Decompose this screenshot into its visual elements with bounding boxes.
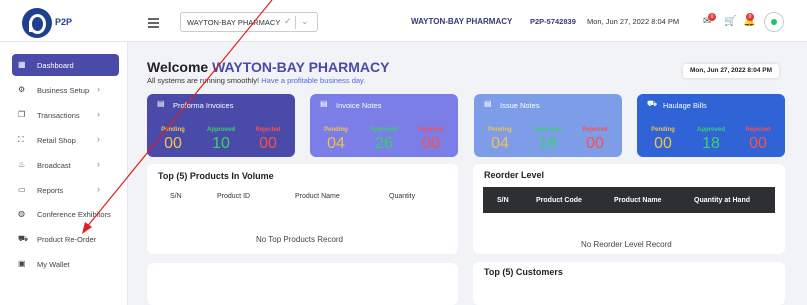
annotation-arrow <box>82 0 273 234</box>
